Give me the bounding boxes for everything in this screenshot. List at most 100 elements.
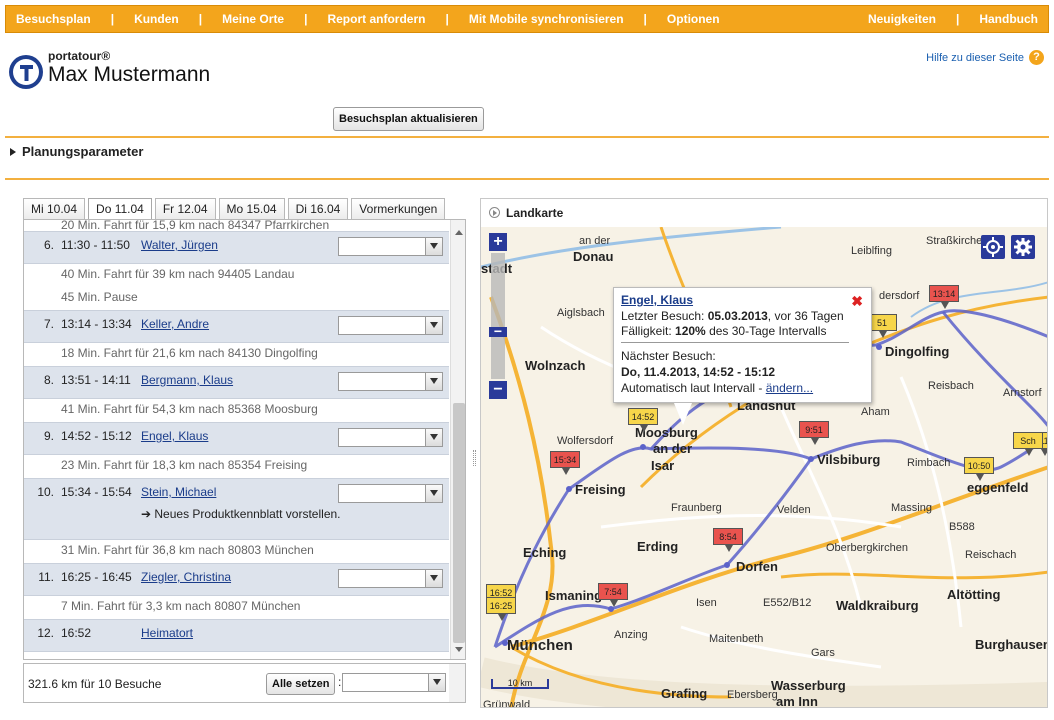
scroll-up-icon[interactable] [451,225,465,241]
collapse-toggle-icon[interactable] [489,207,500,218]
customer-link[interactable]: Bergmann, Klaus [141,373,233,387]
visit-time: 13:14 - 13:34 [61,317,132,331]
customer-link[interactable]: Keller, Andre [141,317,209,331]
popup-divider [621,342,849,343]
refresh-schedule-button[interactable]: Besuchsplan aktualisieren [333,107,484,131]
tab-day[interactable]: Do 11.04 [88,198,152,220]
map-visit-marker[interactable]: Sch [1013,432,1043,456]
map-visit-marker[interactable]: 10:50 [964,457,994,481]
map-place-label: Burghausen [975,637,1048,652]
map-visit-marker[interactable]: 13:14 [929,285,959,309]
map-place-label: Rimbach [907,457,951,469]
map-visit-marker[interactable]: 15:34 [550,451,580,475]
visit-status-select[interactable] [338,484,443,503]
visit-index: 11. [38,570,54,584]
trip-row: 45 Min. Pause [24,287,449,310]
chevron-down-icon[interactable] [425,317,442,334]
trip-text: 40 Min. Fahrt für 39 km nach 94405 Landa… [61,267,295,281]
visit-row[interactable]: 10. 15:34 - 15:54 Stein, Michael ➔ Neues Pr… [24,478,449,540]
map-visit-marker[interactable]: 16:25 [486,597,516,621]
portatour-logo-icon [9,55,43,89]
nav-item-kunden[interactable]: Kunden [124,12,189,26]
chevron-down-icon[interactable] [425,373,442,390]
map-zoom-control[interactable]: + − − [489,233,507,399]
chevron-down-icon[interactable] [425,570,442,587]
divider [5,136,1049,138]
visit-status-select[interactable] [338,372,443,391]
tab-day[interactable]: Di 16.04 [287,198,349,219]
trip-row: 41 Min. Fahrt für 54,3 km nach 85368 Moo… [24,399,449,422]
nav-item-mit-mobile-synchronisieren[interactable]: Mit Mobile synchronisieren [459,12,634,26]
customer-link[interactable]: Stein, Michael [141,485,216,499]
chevron-down-icon[interactable] [428,674,445,691]
panel-splitter[interactable] [473,450,476,466]
customer-link[interactable]: Heimatort [141,626,193,640]
nav-separator: | [304,12,308,26]
scroll-down-icon[interactable] [451,642,465,658]
colon-label: : [338,675,342,689]
map-title[interactable]: Landkarte [489,206,563,220]
chevron-down-icon[interactable] [425,485,442,502]
map-place-label: Ebersberg [727,689,778,701]
visit-row[interactable]: 11. 16:25 - 16:45 Ziegler, Christina [24,563,449,596]
visit-row[interactable]: 8. 13:51 - 14:11 Bergmann, Klaus [24,366,449,399]
customer-link[interactable]: Walter, Jürgen [141,238,218,252]
set-all-select[interactable] [342,673,446,692]
map-canvas[interactable]: an derDonaustadtAiglsbachWolnzachLeiblfi… [481,227,1048,707]
customer-link[interactable]: Ziegler, Christina [141,570,231,584]
nav-item-neuigkeiten[interactable]: Neuigkeiten [858,12,946,26]
map-visit-marker[interactable]: 14:52 [628,408,658,432]
zoom-slider-knob[interactable]: − [489,324,507,338]
chevron-down-icon[interactable] [425,429,442,446]
trip-row: 20 Min. Fahrt für 15,9 km nach 84347 Pfa… [24,220,449,232]
tab-day[interactable]: Mo 15.04 [218,198,285,219]
nav-left: Besuchsplan | Kunden | Meine Orte | Report anf… [6,6,730,32]
visit-status-select[interactable] [338,237,443,256]
visit-time: 11:30 - 11:50 [61,238,130,252]
locate-icon[interactable] [981,235,1005,259]
distance-summary: 321.6 km für 10 Besuche [28,677,162,691]
zoom-out-button[interactable]: − [489,381,507,399]
tab-day[interactable]: Fr 12.04 [154,198,216,219]
map-visit-marker[interactable]: 8:54 [713,528,743,552]
nav-item-optionen[interactable]: Optionen [657,12,730,26]
nav-item-besuchsplan[interactable]: Besuchsplan [6,12,101,26]
close-icon[interactable]: ✖ [851,293,863,310]
change-link[interactable]: ändern... [766,381,813,395]
visit-row[interactable]: 7. 13:14 - 13:34 Keller, Andre [24,310,449,343]
nav-item-meine-orte[interactable]: Meine Orte [212,12,294,26]
chevron-down-icon[interactable] [425,238,442,255]
scroll-thumb[interactable] [453,403,465,643]
popup-next-value: Do, 11.4.2013, 14:52 - 15:12 [621,365,776,379]
nav-item-report-anfordern[interactable]: Report anfordern [317,12,435,26]
trip-row: 40 Min. Fahrt für 39 km nach 94405 Landa… [24,264,449,287]
map-place-label: Arnstorf [1003,387,1042,399]
visit-row[interactable]: 6. 11:30 - 11:50 Walter, Jürgen [24,231,449,264]
nav-item-handbuch[interactable]: Handbuch [969,12,1048,26]
gear-icon[interactable] [1011,235,1035,259]
footer-scrollbar [449,664,465,702]
planning-parameters-toggle[interactable]: Planungsparameter [10,144,143,159]
set-all-button[interactable]: Alle setzen [266,673,336,695]
tab-day[interactable]: Mi 10.04 [23,198,86,219]
map-place-label: Isar [651,458,675,473]
zoom-track[interactable] [491,253,505,379]
map-title-label: Landkarte [506,206,564,220]
help-link[interactable]: Hilfe zu dieser Seite [926,52,1024,64]
tab-day[interactable]: Vormerkungen [351,198,446,219]
visit-row[interactable]: 9. 14:52 - 15:12 Engel, Klaus [24,422,449,455]
visit-row[interactable]: 12. 16:52 Heimatort [24,619,449,652]
visit-status-select[interactable] [338,428,443,447]
visit-status-select[interactable] [338,316,443,335]
customer-link[interactable]: Engel, Klaus [141,429,208,443]
visit-index: 12. [37,626,54,640]
zoom-in-button[interactable]: + [489,233,507,251]
map-visit-marker[interactable]: 7:54 [598,583,628,607]
popup-customer-link[interactable]: Engel, Klaus [621,293,693,307]
visit-time: 13:51 - 14:11 [61,373,131,387]
visit-time: 14:52 - 15:12 [61,429,132,443]
help-icon[interactable]: ? [1029,50,1044,65]
map-visit-marker[interactable]: 9:51 [799,421,829,445]
visit-status-select[interactable] [338,569,443,588]
schedule-scrollbar[interactable] [450,220,465,659]
